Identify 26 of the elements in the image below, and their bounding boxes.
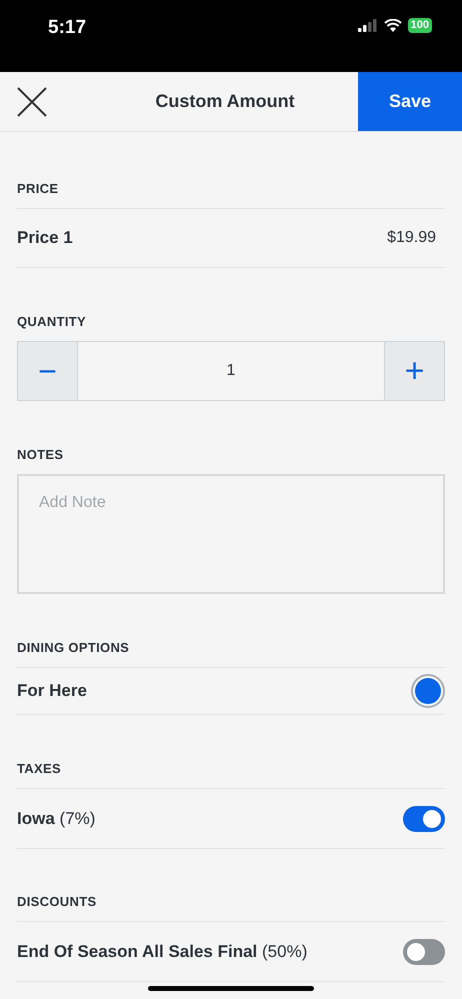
section-label: DISCOUNTS — [17, 893, 96, 912]
dining-option-row[interactable]: For Here — [17, 668, 445, 715]
status-time: 5:17 — [48, 16, 86, 40]
section-label: NOTES — [17, 446, 64, 464]
section-label: DINING OPTIONS — [17, 639, 130, 658]
section-label: PRICE — [17, 180, 58, 198]
item-rate: (50%) — [262, 942, 308, 961]
price-value: $19.99 — [387, 228, 436, 248]
item-name: End Of Season All Sales Final — [17, 942, 258, 961]
section-label: TAXES — [17, 760, 62, 778]
price-name: Price 1 — [17, 227, 73, 250]
save-button[interactable]: Save — [358, 72, 462, 131]
item-name: Iowa — [17, 808, 55, 828]
note-field[interactable]: Add Note — [17, 474, 445, 594]
item-rate: (7%) — [60, 808, 96, 828]
wifi-icon — [384, 19, 402, 32]
close-icon — [16, 86, 48, 118]
option-name: For Here — [17, 680, 87, 702]
radio-button[interactable] — [411, 674, 445, 708]
section-label: QUANTITY — [17, 313, 86, 332]
screen-title: Custom Amount — [155, 90, 295, 113]
toggle-switch[interactable] — [403, 938, 445, 964]
signal-icon — [358, 19, 378, 32]
battery-level: 100 — [408, 18, 432, 33]
price-row[interactable]: Price 1 $19.99 — [17, 208, 445, 268]
toggle-switch[interactable] — [403, 806, 445, 832]
